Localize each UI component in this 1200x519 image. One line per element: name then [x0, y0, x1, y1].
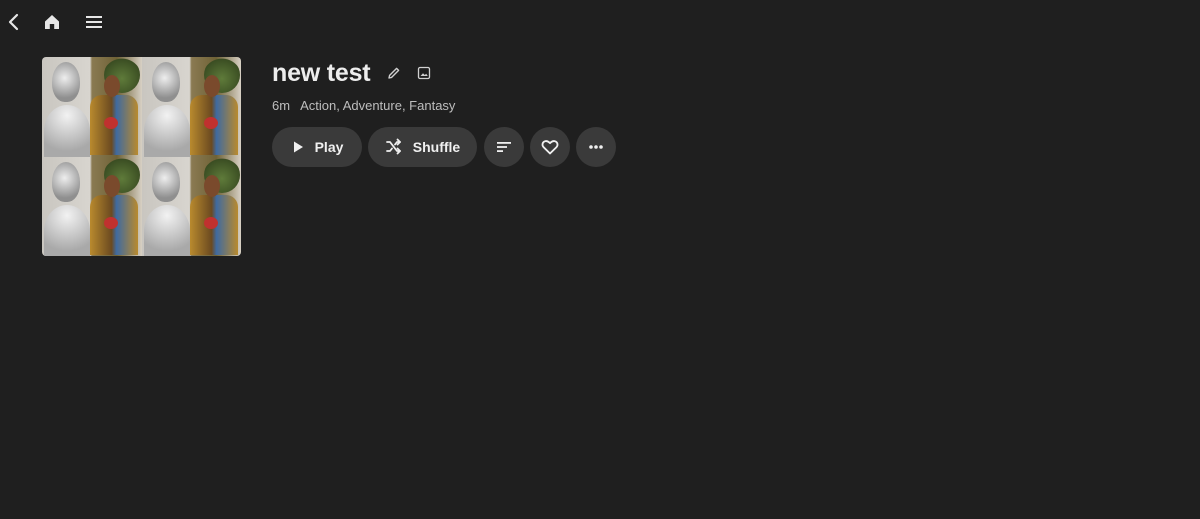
menu-button[interactable]: [80, 8, 108, 36]
duration-text: 6m: [272, 98, 291, 113]
menu-icon: [86, 16, 102, 28]
title-row: new test: [272, 58, 432, 88]
play-icon: [293, 141, 303, 153]
cover-tile: [141, 57, 241, 157]
edit-image-button[interactable]: [416, 65, 432, 81]
cover-tile: [141, 156, 241, 256]
shuffle-button[interactable]: Shuffle: [368, 127, 477, 167]
back-arrow-icon: [8, 13, 19, 31]
sort-icon: [497, 142, 511, 152]
shuffle-icon: [385, 138, 401, 155]
heart-icon: [541, 140, 559, 155]
cover-tile: [42, 57, 142, 157]
play-button[interactable]: Play: [272, 127, 362, 167]
page-title: new test: [272, 58, 371, 87]
home-icon: [45, 15, 59, 29]
more-button[interactable]: [576, 127, 616, 167]
pencil-icon: [388, 67, 400, 79]
image-icon: [418, 66, 431, 80]
genres-text: Action, Adventure, Fantasy: [300, 98, 456, 113]
metadata-row: 6m Action, Adventure, Fantasy: [272, 98, 455, 113]
cover-tile: [42, 156, 142, 256]
edit-button[interactable]: [386, 65, 402, 81]
favorite-button[interactable]: [530, 127, 570, 167]
actions-bar: Play Shuffle: [272, 127, 622, 167]
album-cover[interactable]: [42, 57, 241, 256]
shuffle-label: Shuffle: [412, 139, 461, 155]
top-bar: [0, 0, 1200, 44]
sort-button[interactable]: [484, 127, 524, 167]
home-button[interactable]: [38, 8, 66, 36]
play-label: Play: [314, 139, 344, 155]
back-button[interactable]: [0, 8, 28, 36]
more-icon: [589, 145, 603, 149]
